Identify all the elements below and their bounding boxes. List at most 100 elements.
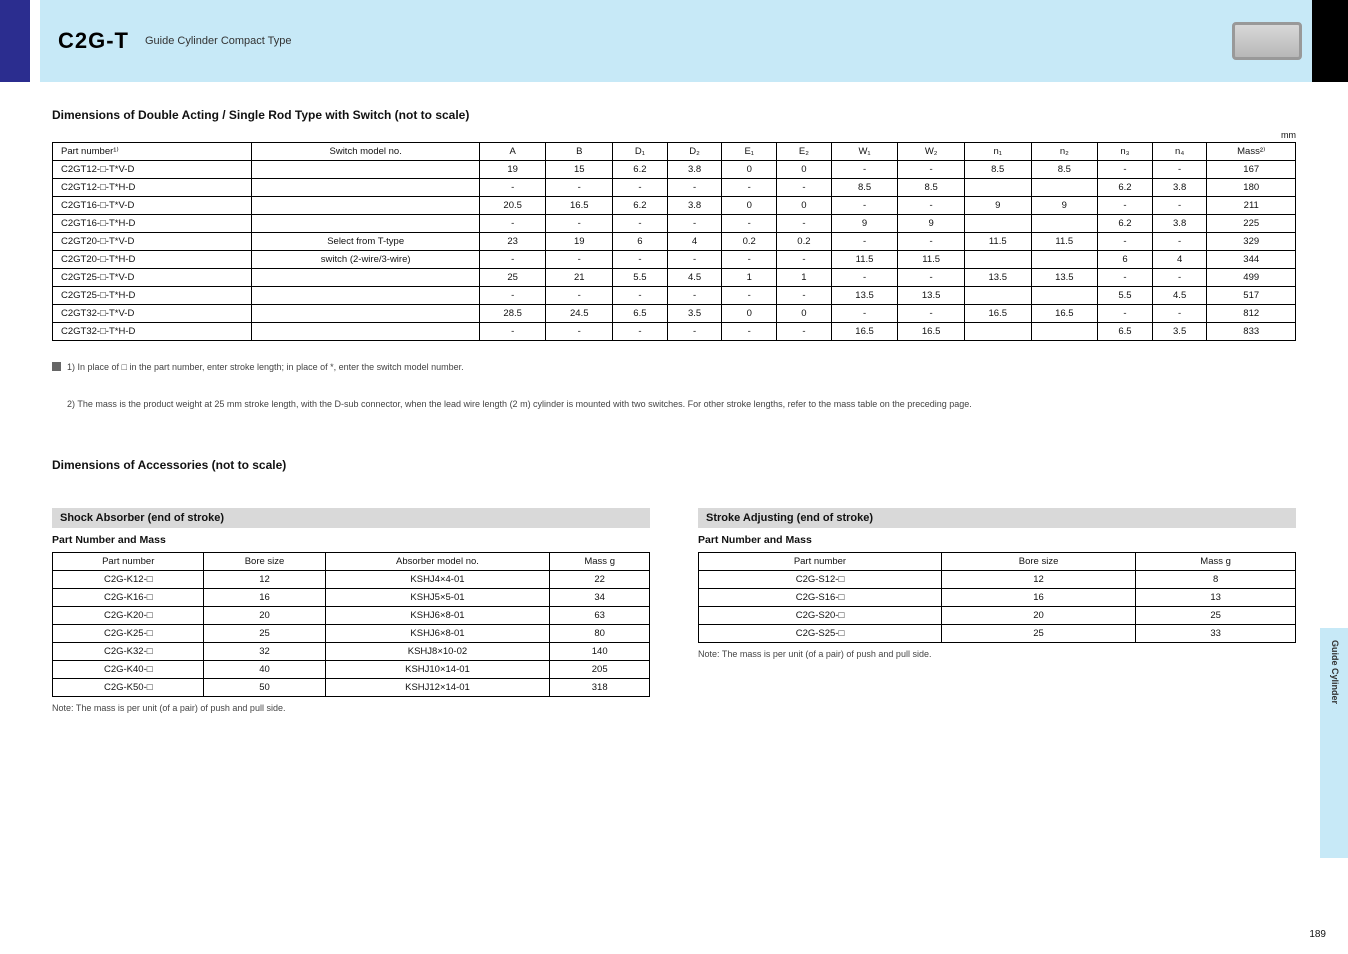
th: Part number¹⁾	[53, 143, 252, 161]
table-cell	[1031, 215, 1098, 233]
dimensions-table: Part number¹⁾ Switch model no. A B D₁ D₂…	[52, 142, 1296, 341]
table-row: C2GT16-□-T*H-D------996.23.8225	[53, 215, 1296, 233]
table-cell: 25	[1136, 606, 1296, 624]
table-cell	[252, 179, 479, 197]
table-row: C2G-K20-□20KSHJ6×8-0163	[53, 606, 650, 624]
table-cell: 1	[777, 269, 832, 287]
table-cell: 63	[550, 606, 650, 624]
table-row: C2G-K25-□25KSHJ6×8-0180	[53, 624, 650, 642]
table-cell: -	[1098, 269, 1153, 287]
table-cell: -	[546, 251, 613, 269]
th: Bore size	[941, 552, 1135, 570]
table-cell: 22	[550, 570, 650, 588]
table-cell: -	[1152, 305, 1207, 323]
table-row: C2G-S16-□1613	[699, 588, 1296, 606]
table-cell: C2GT32-□-T*H-D	[53, 323, 252, 341]
shock-absorber-block: Shock Absorber (end of stroke) Part Numb…	[52, 508, 650, 713]
table-cell: 33	[1136, 624, 1296, 642]
table-cell: 13.5	[1031, 269, 1098, 287]
table-cell: 9	[1031, 197, 1098, 215]
table-cell: 80	[550, 624, 650, 642]
table-cell: -	[722, 251, 777, 269]
table-cell: 11.5	[831, 251, 898, 269]
table-cell: 13.5	[898, 287, 965, 305]
table-row: C2G-S20-□2025	[699, 606, 1296, 624]
table-cell	[964, 179, 1031, 197]
table-cell: 211	[1207, 197, 1296, 215]
main-table-title: Dimensions of Double Acting / Single Rod…	[52, 108, 1296, 122]
table-cell	[1031, 287, 1098, 305]
table-cell: -	[667, 179, 722, 197]
banner-stripe-dark	[0, 0, 30, 82]
table-cell: -	[831, 269, 898, 287]
table-row: C2GT32-□-T*H-D------16.516.56.53.5833	[53, 323, 1296, 341]
banner-black-edge	[1312, 0, 1348, 82]
table-cell: C2GT16-□-T*H-D	[53, 215, 252, 233]
table-cell: 3.8	[667, 197, 722, 215]
table-cell: 4	[1152, 251, 1207, 269]
table-cell: -	[1098, 197, 1153, 215]
th: A	[479, 143, 546, 161]
table-cell: 20.5	[479, 197, 546, 215]
table-cell	[964, 323, 1031, 341]
table-cell: 812	[1207, 305, 1296, 323]
table-row: C2G-K32-□32KSHJ8×10-02140	[53, 642, 650, 660]
table-cell: 6.2	[1098, 179, 1153, 197]
th: W₁	[831, 143, 898, 161]
table-cell: 0	[722, 161, 777, 179]
table-cell: KSHJ10×14-01	[325, 660, 550, 678]
shock-absorber-heading: Shock Absorber (end of stroke)	[52, 508, 650, 528]
table-cell: C2G-K20-□	[53, 606, 204, 624]
th: D₁	[613, 143, 668, 161]
table-cell: -	[777, 287, 832, 305]
table-cell: 11.5	[964, 233, 1031, 251]
th: W₂	[898, 143, 965, 161]
table-row: C2GT12-□-T*V-D19156.23.800--8.58.5--167	[53, 161, 1296, 179]
table-cell: 3.8	[1152, 215, 1207, 233]
table-cell: 50	[204, 678, 325, 696]
table-cell: -	[722, 215, 777, 233]
table-cell: -	[479, 323, 546, 341]
table-notes: 1) In place of □ in the part number, ent…	[52, 349, 1296, 410]
table-cell: Select from T-type	[252, 233, 479, 251]
table-cell: -	[1098, 305, 1153, 323]
table-cell: -	[479, 251, 546, 269]
shock-absorber-table: Part number Bore size Absorber model no.…	[52, 552, 650, 697]
table-cell: -	[667, 323, 722, 341]
accessories-heading: Dimensions of Accessories (not to scale)	[52, 458, 1296, 472]
table-cell: 1	[722, 269, 777, 287]
table-row: C2G-K16-□16KSHJ5×5-0134	[53, 588, 650, 606]
bullet-icon	[52, 362, 61, 371]
table-cell: 25	[941, 624, 1135, 642]
table-cell: 5.5	[1098, 287, 1153, 305]
table-cell: -	[777, 251, 832, 269]
table-cell: -	[1152, 161, 1207, 179]
th: Bore size	[204, 552, 325, 570]
table-cell: 6.2	[613, 197, 668, 215]
stroke-adjusting-note: Note: The mass is per unit (of a pair) o…	[698, 649, 1296, 659]
banner-stripe-white	[30, 0, 40, 82]
th: Mass g	[550, 552, 650, 570]
table-cell: -	[667, 287, 722, 305]
table-cell: 8.5	[831, 179, 898, 197]
table-cell: KSHJ8×10-02	[325, 642, 550, 660]
table-cell: 19	[546, 233, 613, 251]
table-row: C2G-S25-□2533	[699, 624, 1296, 642]
table-cell: 0	[777, 305, 832, 323]
table-cell: C2G-S16-□	[699, 588, 942, 606]
table-cell: -	[613, 287, 668, 305]
product-thumbnail-icon	[1232, 22, 1302, 60]
stroke-adjusting-table: Part number Bore size Mass g C2G-S12-□12…	[698, 552, 1296, 643]
table-cell: -	[1152, 197, 1207, 215]
shock-absorber-note: Note: The mass is per unit (of a pair) o…	[52, 703, 650, 713]
table-cell	[252, 323, 479, 341]
th: D₂	[667, 143, 722, 161]
table-cell: 20	[204, 606, 325, 624]
table-cell	[252, 287, 479, 305]
table-cell	[964, 251, 1031, 269]
header-banner: C2G-T Guide Cylinder Compact Type	[0, 0, 1348, 82]
table-cell: KSHJ6×8-01	[325, 624, 550, 642]
table-cell: 8	[1136, 570, 1296, 588]
side-tab: Guide Cylinder	[1320, 628, 1348, 858]
table-cell: C2GT20-□-T*H-D	[53, 251, 252, 269]
